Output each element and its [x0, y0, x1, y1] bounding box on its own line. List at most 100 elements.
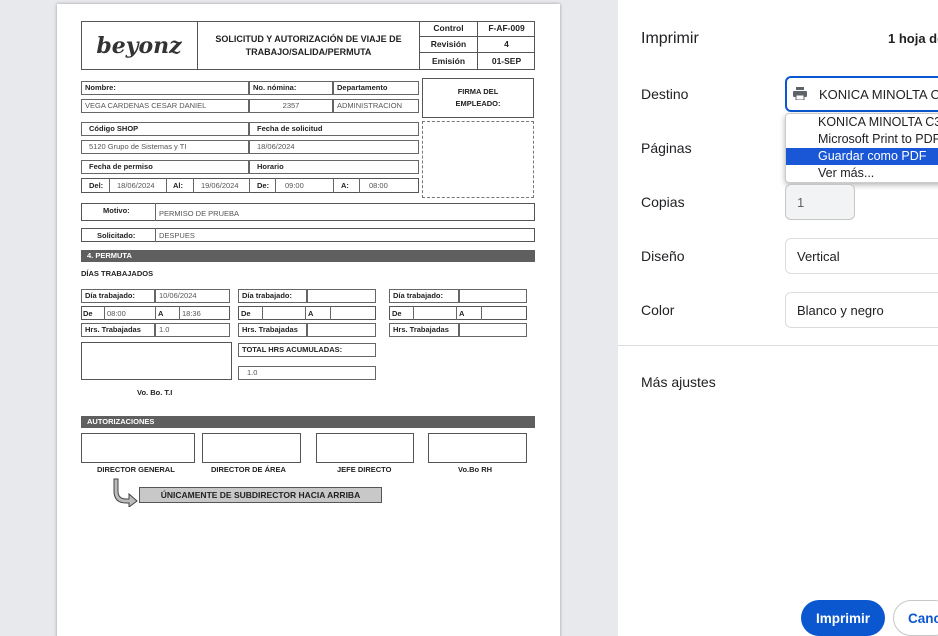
print-preview-area: beyonz SOLICITUD Y AUTORIZACIÓN DE VIAJE…: [0, 0, 618, 636]
sheet-count: 1 hoja de: [888, 31, 938, 46]
divider: [104, 306, 105, 320]
hrs-trabajadas-label: Hrs. Trabajadas: [389, 323, 459, 337]
dropdown-option-ver-mas[interactable]: Ver más...: [786, 165, 938, 182]
divider: [166, 178, 167, 193]
color-select[interactable]: Blanco y negro: [785, 292, 938, 328]
color-label: Color: [641, 302, 675, 318]
hrs-trabajadas-value: 1.0: [155, 323, 230, 337]
divider: [456, 306, 457, 320]
total-hrs-label: TOTAL HRS ACUMULADAS:: [238, 343, 376, 357]
divider: [179, 306, 180, 320]
destino-select[interactable]: KONICA MINOLTA C36: [785, 76, 938, 112]
a-value: 08:00: [369, 181, 388, 190]
meta-key: Emisión: [420, 53, 478, 70]
print-settings-panel: Imprimir 1 hoja de Destino KONICA MINOLT…: [618, 0, 938, 636]
print-button[interactable]: Imprimir: [801, 600, 885, 636]
vobo-ti-label: Vo. Bo. T.I: [137, 388, 173, 397]
cancel-button[interactable]: Canc: [893, 600, 938, 636]
hrs-trabajadas-label: Hrs. Trabajadas: [238, 323, 307, 337]
copias-label: Copias: [641, 194, 685, 210]
divider: [481, 306, 482, 320]
de-short-label: De: [83, 309, 93, 318]
divider: [618, 345, 938, 346]
codigo-shop-label: Código SHOP: [81, 122, 249, 136]
dias-trabajados-label: DÍAS TRABAJADOS: [81, 269, 154, 278]
fecha-permiso-label: Fecha de permiso: [81, 160, 249, 174]
a-time-value: 18:36: [182, 309, 201, 318]
destino-dropdown: KONICA MINOLTA C36 Microsoft Print to PD…: [785, 113, 938, 183]
destino-label: Destino: [641, 86, 689, 102]
curved-arrow-icon: [113, 478, 138, 507]
a-short-label: A: [158, 309, 164, 318]
fecha-solicitud-value: 18/06/2024: [249, 140, 419, 154]
de-value: 09:00: [285, 181, 304, 190]
dia-trabajado-value: [307, 289, 376, 303]
autorizaciones-section-bar: AUTORIZACIONES: [81, 416, 535, 428]
dia-trabajado-value: [459, 289, 527, 303]
mas-ajustes-toggle[interactable]: Más ajustes: [641, 374, 716, 390]
de-label: De:: [257, 181, 270, 190]
hrs-trabajadas-value: [307, 323, 376, 337]
divider: [330, 306, 331, 320]
copias-input[interactable]: 1: [785, 184, 855, 220]
hrs-trabajadas-value: [459, 323, 527, 337]
a-label: A:: [341, 181, 349, 190]
solicitado-label: Solicitado:: [97, 231, 136, 240]
dropdown-option-microsoft-pdf[interactable]: Microsoft Print to PDF: [786, 131, 938, 148]
nombre-label: Nombre:: [81, 81, 249, 95]
horario-label: Horario: [249, 160, 419, 174]
al-value: 19/06/2024: [201, 181, 239, 190]
form-title-line2: TRABAJO/SALIDA/PERMUTA: [245, 46, 372, 57]
hrs-trabajadas-label: Hrs. Trabajadas: [81, 323, 155, 337]
de-short-label: De: [241, 309, 251, 318]
divider: [155, 203, 156, 221]
signature-box-jefe-directo: [316, 433, 414, 463]
form-title: SOLICITUD Y AUTORIZACIÓN DE VIAJE DE TRA…: [198, 21, 420, 70]
diseno-select[interactable]: Vertical: [785, 238, 938, 274]
del-value: 18/06/2024: [117, 181, 155, 190]
divider: [155, 228, 156, 242]
de-a-row: [238, 306, 376, 320]
panel-title: Imprimir: [641, 30, 699, 47]
divider: [359, 178, 360, 193]
subdirector-note: ÚNICAMENTE DE SUBDIRECTOR HACIA ARRIBA: [139, 487, 382, 503]
jefe-directo-label: JEFE DIRECTO: [337, 465, 392, 474]
printer-icon: [793, 87, 807, 100]
document-page: beyonz SOLICITUD Y AUTORIZACIÓN DE VIAJE…: [57, 4, 560, 636]
firma-empleado-box: [422, 121, 534, 198]
director-general-label: DIRECTOR GENERAL: [97, 465, 175, 474]
dropdown-option-konica[interactable]: KONICA MINOLTA C36: [786, 114, 938, 131]
nomina-value: 2357: [249, 99, 333, 113]
divider: [155, 306, 156, 320]
meta-table: Control F-AF-009 Revisión 4 Emisión 01-S…: [420, 21, 535, 70]
divider: [333, 178, 334, 193]
firma-empleado-label: FIRMA DEL EMPLEADO:: [422, 78, 534, 118]
divider: [275, 178, 276, 193]
meta-value: 4: [504, 39, 509, 49]
al-label: Al:: [173, 181, 183, 190]
divider: [305, 306, 306, 320]
motivo-value: PERMISO DE PRUEBA: [159, 209, 240, 218]
del-label: Del:: [89, 181, 104, 190]
dia-trabajado-label: Día trabajado:: [389, 289, 459, 303]
motivo-label: Motivo:: [103, 206, 130, 215]
dropdown-option-guardar-pdf[interactable]: Guardar como PDF: [786, 148, 938, 165]
divider: [262, 306, 263, 320]
departamento-label: Departamento: [333, 81, 419, 95]
solicitado-row: [81, 228, 535, 242]
signature-box-director-general: [81, 433, 195, 463]
meta-value: F-AF-009: [488, 23, 525, 33]
destino-value: KONICA MINOLTA C36: [819, 86, 938, 102]
a-short-label: A: [459, 309, 465, 318]
fecha-solicitud-label: Fecha de solicitud: [249, 122, 419, 136]
signature-box-vobo-rh: [428, 433, 527, 463]
diseno-label: Diseño: [641, 248, 685, 264]
motivo-row: [81, 203, 535, 221]
dia-trabajado-label: Día trabajado:: [238, 289, 307, 303]
de-a-row: [389, 306, 527, 320]
meta-key: Revisión: [420, 37, 478, 52]
divider: [109, 178, 110, 193]
dia-trabajado-value: 10/06/2024: [155, 289, 230, 303]
logo: beyonz: [81, 21, 198, 70]
a-short-label: A: [308, 309, 314, 318]
